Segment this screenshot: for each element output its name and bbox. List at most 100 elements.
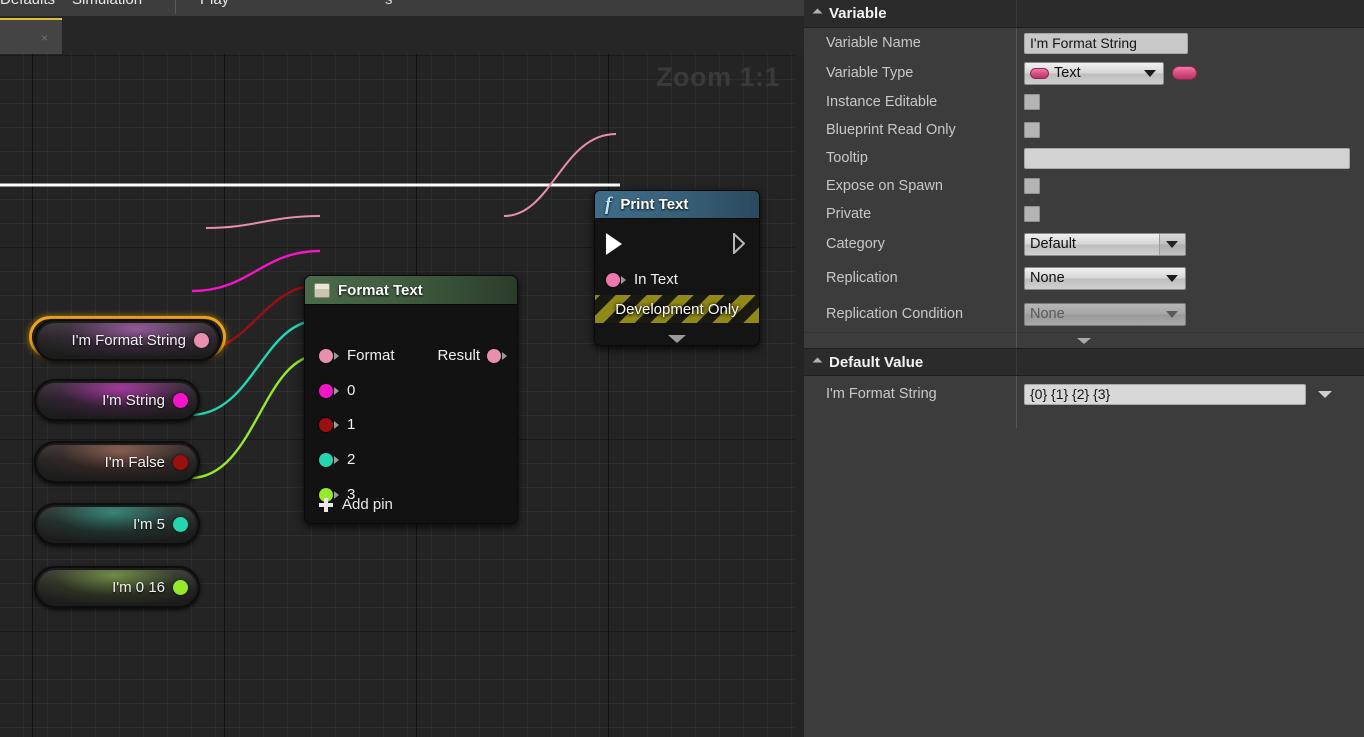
close-icon[interactable]: × [38,32,51,45]
property-value [1016,122,1364,138]
variable-name-input[interactable]: I'm Format String [1024,32,1188,54]
toolbar-button-defaults[interactable]: Defaults [0,0,55,8]
replication-dropdown[interactable]: None [1024,266,1186,290]
pin-row-output-result[interactable]: Result [437,347,507,364]
output-pin[interactable] [173,392,188,408]
property-value [1016,178,1364,194]
exec-output-pin[interactable] [733,233,745,254]
variable-node-label: I'm False [104,453,165,471]
property-value [1016,206,1364,222]
add-pin-button[interactable]: Add pin [319,496,393,513]
property-label: Instance Editable [826,94,938,110]
tab-event-graph[interactable]: × [0,18,62,54]
output-pin[interactable] [173,516,188,532]
function-icon: f [605,193,612,215]
output-pin[interactable] [173,579,188,595]
variable-node-false[interactable]: I'm False [34,441,200,483]
property-label: I'm Format String [826,386,937,402]
variable-node-label: I'm String [102,391,165,409]
output-pin[interactable] [487,348,501,363]
default-value-properties-list: I'm Format String {0} {1} {2} {3} [804,376,1364,428]
property-value [1016,147,1364,169]
input-pin[interactable] [606,272,620,287]
blueprint-read-only-checkbox[interactable] [1024,122,1040,138]
variable-node-string[interactable]: I'm String [34,379,200,421]
property-row-expose-on-spawn: Expose on Spawn [804,172,1364,200]
pin-type-icon [1030,67,1049,79]
property-row-instance-editable: Instance Editable [804,88,1364,116]
toolbar-separator [175,0,176,14]
property-row-variable-type: Variable Type Text [804,58,1364,88]
input-pin[interactable] [319,383,333,398]
chevron-down-icon [1144,70,1156,77]
pin-row-2[interactable]: 2 [319,451,355,468]
property-label: Replication [826,270,898,286]
toolbar-extra-label: s [385,0,393,8]
property-label: Tooltip [826,150,868,166]
expose-on-spawn-checkbox[interactable] [1024,178,1040,194]
chevron-down-icon [812,8,823,19]
node-title: Print Text [620,196,689,213]
section-header-variable[interactable]: Variable [804,0,1364,28]
property-row-replication-condition: Replication Condition None [804,296,1364,332]
input-pin[interactable] [319,452,333,467]
replication-condition-dropdown[interactable]: None [1024,302,1186,326]
exec-input-pin[interactable] [606,233,622,255]
variable-type-value: Text [1054,65,1081,81]
pin-arrow-icon [334,455,339,464]
chevron-down-icon [1166,275,1178,282]
output-pin[interactable] [194,332,209,348]
variable-node-label: I'm 0 16 [112,578,165,596]
chevron-down-icon [812,357,823,367]
variable-node-format-string[interactable]: I'm Format String [34,319,221,361]
property-label: Expose on Spawn [826,178,943,194]
property-row-replication: Replication None [804,260,1364,296]
variable-node-label: I'm 5 [132,515,165,533]
zoom-level-label: Zoom 1:1 [655,62,780,92]
pin-arrow-icon [334,386,339,395]
plus-icon [319,497,333,512]
input-pin[interactable] [319,417,333,432]
default-value-input[interactable]: {0} {1} {2} {3} [1024,383,1306,405]
category-dropdown[interactable]: Default [1024,232,1186,256]
pin-row-format[interactable]: Format [319,347,395,364]
section-title: Default Value [829,353,924,371]
container-type-button[interactable] [1172,66,1197,80]
section-header-default-value[interactable]: Default Value [804,348,1364,376]
details-panel: Variable Variable Name I'm Format String… [804,0,1364,737]
replication-condition-value: None [1030,306,1065,322]
property-row-category: Category Default [804,228,1364,260]
tooltip-input[interactable] [1024,147,1350,169]
toolbar-button-play[interactable]: Play [200,0,229,8]
output-pin[interactable] [173,454,188,470]
instance-editable-checkbox[interactable] [1024,94,1040,110]
column-divider [1016,0,1017,27]
input-pin[interactable] [319,348,333,363]
blueprint-graph-canvas[interactable]: Zoom 1:1 I'm Format String I'm String I'… [0,54,795,737]
variable-node-zero-sixteen[interactable]: I'm 0 16 [34,566,200,608]
pin-row-0[interactable]: 0 [319,382,355,399]
node-print-text[interactable]: f Print Text In Text Development Only [594,190,760,346]
variable-node-five[interactable]: I'm 5 [34,503,200,545]
property-label: Variable Name [826,35,921,51]
property-row-tooltip: Tooltip [804,144,1364,172]
variable-properties-list: Variable Name I'm Format String Variable… [804,28,1364,348]
section-collapse-handle[interactable] [804,332,1364,348]
toolbar-button-simulation[interactable]: Simulation [72,0,142,8]
property-label: Private [826,206,872,222]
development-only-banner: Development Only [595,295,759,323]
private-checkbox[interactable] [1024,206,1040,222]
property-label: Blueprint Read Only [826,122,956,138]
pin-label: 0 [347,382,356,399]
expand-node-button[interactable] [595,335,759,343]
property-value: None [1016,266,1364,290]
property-row-variable-name: Variable Name I'm Format String [804,28,1364,58]
pin-row-1[interactable]: 1 [319,416,355,433]
node-format-text[interactable]: Format Text Format Result 0 1 2 3 Add pi… [304,275,518,524]
pin-label: In Text [634,271,678,288]
node-header: Format Text [305,276,517,305]
variable-type-dropdown[interactable]: Text [1024,61,1164,85]
chevron-down-icon[interactable] [1318,390,1332,398]
tab-strip: × [0,18,804,54]
pin-row-in-text[interactable]: In Text [606,271,678,288]
